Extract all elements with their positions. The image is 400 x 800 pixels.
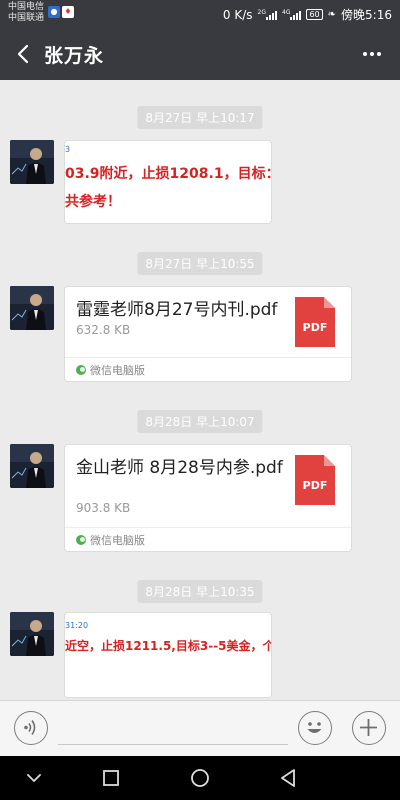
avatar[interactable] xyxy=(10,612,54,656)
file-name: 雷霆老师8月27号内刊.pdf xyxy=(76,300,278,320)
avatar-image xyxy=(10,286,54,330)
avatar[interactable] xyxy=(10,140,54,184)
nav-back-button[interactable] xyxy=(274,764,302,792)
file-source: 微信电脑版 xyxy=(90,534,145,547)
timestamp: 8月27日 早上10:17 xyxy=(137,106,263,129)
timestamp: 8月28日 早上10:07 xyxy=(137,410,263,433)
nav-hide-button[interactable] xyxy=(20,764,48,792)
net-speed: 0 K/s xyxy=(222,7,253,22)
voice-button[interactable] xyxy=(14,711,48,745)
back-button[interactable] xyxy=(10,40,38,68)
image-message[interactable]: 3 03.9附近，止损1208.1，目标： 共参考！ xyxy=(64,140,272,224)
file-source: 微信电脑版 xyxy=(90,364,145,377)
notification-app-icon: ● xyxy=(48,6,60,18)
avatar-image xyxy=(10,444,54,488)
wechat-pc-icon xyxy=(76,365,86,375)
pdf-icon-label: PDF xyxy=(302,479,328,492)
nav-bar xyxy=(0,756,400,800)
emoji-icon xyxy=(307,722,322,733)
file-footer: 微信电脑版 xyxy=(65,527,351,551)
status-right: 0 K/s 2G 4G 60 ❧ 傍晚5:16 xyxy=(223,6,392,23)
nav-recents-icon xyxy=(103,770,119,786)
pdf-file-icon: PDF xyxy=(295,455,335,505)
pdf-icon-label: PDF xyxy=(302,321,328,334)
battery-icon: 60 xyxy=(306,9,323,20)
leaf-icon: ❧ xyxy=(327,9,337,20)
message-input[interactable] xyxy=(58,715,288,745)
title-bar: 张万永 xyxy=(0,28,400,80)
image-fragment: 31:20 xyxy=(65,621,89,630)
wechat-pc-icon xyxy=(76,535,86,545)
carrier-1: 中国电信 xyxy=(8,2,45,12)
avatar[interactable] xyxy=(10,286,54,330)
more-dots-icon xyxy=(363,52,367,56)
nav-home-icon xyxy=(191,769,209,787)
image-fragment: 03.9附近，止损1208.1，目标： xyxy=(65,166,272,182)
carrier-2: 中国联通 xyxy=(8,13,45,23)
file-size: 632.8 KB xyxy=(76,323,131,337)
plus-button[interactable] xyxy=(352,711,386,745)
signal-2-icon: 4G xyxy=(282,8,302,20)
more-button[interactable] xyxy=(358,40,386,68)
image-message[interactable]: 31:20 近空，止损1211.5,目标3--5美金，个人 xyxy=(64,612,272,698)
file-message[interactable]: 金山老师 8月28号内参.pdf 903.8 KB PDF 微信电脑版 xyxy=(64,444,352,552)
avatar-image xyxy=(10,140,54,184)
voice-icon xyxy=(24,720,36,735)
signal-2-tag: 4G xyxy=(282,8,291,16)
carrier-info: 中国电信 中国联通 xyxy=(8,2,44,24)
notification-icons: ● ♦ xyxy=(48,6,74,18)
nav-home-button[interactable] xyxy=(186,764,214,792)
back-arrow-icon xyxy=(17,44,29,64)
chat-title: 张万永 xyxy=(44,45,105,67)
chat-area[interactable]: 8月27日 早上10:17 3 03.9附近，止损1208.1，目标： 共参考！… xyxy=(0,80,400,700)
location-pin-icon: ♦ xyxy=(62,6,74,18)
image-fragment: 3 xyxy=(65,145,71,154)
file-name: 金山老师 8月28号内参.pdf xyxy=(76,458,283,478)
file-footer: 微信电脑版 xyxy=(65,357,351,381)
status-time: 傍晚5:16 xyxy=(341,8,392,22)
timestamp: 8月28日 早上10:35 xyxy=(137,580,263,603)
nav-back-icon xyxy=(281,769,295,787)
nav-hide-icon xyxy=(27,774,41,782)
file-size: 903.8 KB xyxy=(76,501,131,515)
file-message[interactable]: 雷霆老师8月27号内刊.pdf 632.8 KB PDF 微信电脑版 xyxy=(64,286,352,382)
emoji-button[interactable] xyxy=(298,711,332,745)
nav-recents-button[interactable] xyxy=(97,764,125,792)
avatar[interactable] xyxy=(10,444,54,488)
avatar-image xyxy=(10,612,54,656)
status-bar: 中国电信 中国联通 ● ♦ 0 K/s 2G 4G 60 ❧ 傍晚5:16 xyxy=(0,0,400,28)
timestamp: 8月27日 早上10:55 xyxy=(137,252,263,275)
input-bar xyxy=(0,700,400,756)
pdf-file-icon: PDF xyxy=(295,297,335,347)
image-fragment: 共参考！ xyxy=(65,194,121,210)
plus-icon xyxy=(360,719,377,736)
signal-1-icon: 2G xyxy=(257,8,277,20)
signal-1-tag: 2G xyxy=(257,8,266,16)
image-fragment: 近空，止损1211.5,目标3--5美金，个人 xyxy=(65,639,272,653)
